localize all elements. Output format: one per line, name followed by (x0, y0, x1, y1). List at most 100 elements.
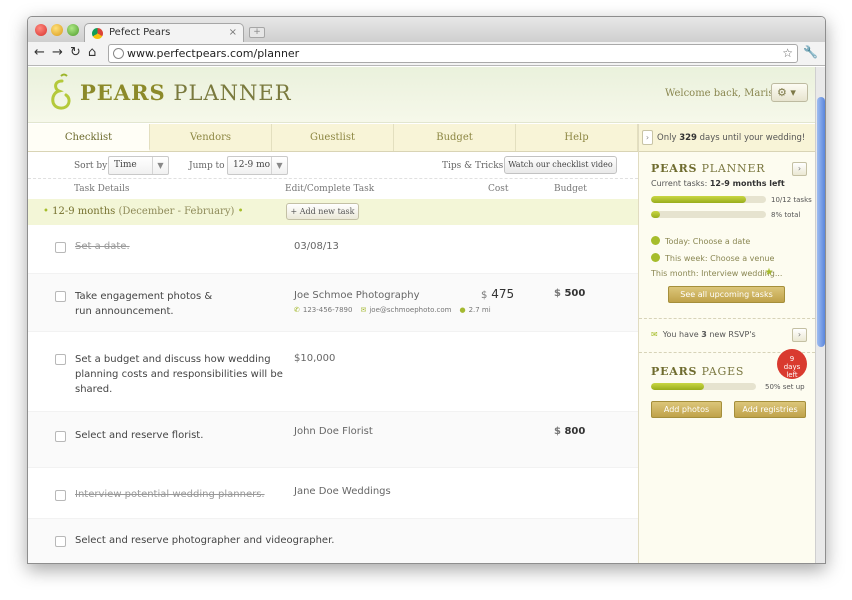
task-vendor[interactable]: Jane Doe Weddings (294, 486, 391, 497)
tab-guestlist[interactable]: Guestlist (272, 124, 394, 151)
task-checkbox[interactable] (55, 242, 66, 253)
sort-select[interactable]: Time ▼ (108, 156, 169, 175)
task-checkbox[interactable] (55, 354, 66, 365)
total-progress-label: 8% total (771, 211, 801, 219)
chevron-down-icon: ▾ (790, 86, 796, 99)
address-bar[interactable]: www.perfectpears.com/planner ☆ (108, 44, 798, 63)
period-label: • 12-9 months (December - February) • (43, 206, 244, 217)
task-detail[interactable]: $10,000 (294, 353, 335, 364)
scrollbar-thumb[interactable] (817, 97, 825, 347)
pages-title: PEARS PAGES (651, 365, 745, 378)
vertical-scrollbar[interactable] (815, 67, 825, 563)
task-name[interactable]: Set a budget and discuss how wedding pla… (75, 352, 285, 397)
home-icon[interactable]: ⌂ (88, 45, 96, 61)
gear-icon: ⚙ (777, 86, 787, 99)
mail-icon: ✉ (360, 306, 367, 314)
tab-close-icon[interactable]: × (229, 24, 237, 42)
add-photos-button[interactable]: Add photos (651, 401, 722, 418)
tab-budget[interactable]: Budget (394, 124, 516, 151)
agenda-week[interactable]: This week: Choose a venue (651, 253, 774, 263)
tab-help[interactable]: Help (516, 124, 638, 151)
task-checkbox[interactable] (55, 536, 66, 547)
agenda-today[interactable]: Today: Choose a date (651, 236, 750, 246)
chevron-right-icon[interactable]: › (642, 130, 653, 145)
back-arrow-icon[interactable]: ← (34, 45, 45, 61)
jump-select[interactable]: 12-9 mo ▼ (227, 156, 288, 175)
minimize-window-button[interactable] (51, 24, 63, 36)
vendor-phone[interactable]: ✆ 123-456-7890 (294, 306, 352, 314)
total-progress-bar (651, 211, 766, 218)
current-tasks: Current tasks: 12-9 months left (651, 179, 785, 188)
clock-icon (651, 236, 660, 245)
vendor-email[interactable]: ✉ joe@schmoephoto.com (360, 306, 451, 314)
add-registries-button[interactable]: Add registries (734, 401, 806, 418)
task-row: Select and reserve photographer and vide… (28, 519, 638, 563)
add-task-button[interactable]: + Add new task (286, 203, 359, 220)
pages-progress-label: 50% set up (765, 383, 805, 391)
zoom-window-button[interactable] (67, 24, 79, 36)
bookmark-star-icon[interactable]: ☆ (782, 45, 793, 62)
sort-value: Time (114, 160, 137, 170)
tab-vendors[interactable]: Vendors (150, 124, 272, 151)
task-detail[interactable]: 03/08/13 (294, 241, 339, 252)
col-edit-task: Edit/Complete Task (285, 184, 375, 194)
vendor-distance: ● 2.7 mi (459, 306, 491, 314)
col-cost: Cost (488, 184, 509, 194)
site-logo[interactable]: PEARS PLANNER (80, 80, 292, 105)
browser-tab[interactable]: Pefect Pears × (84, 23, 244, 43)
tasks-progress-bar (651, 196, 766, 203)
task-checkbox[interactable] (55, 291, 66, 302)
task-checkbox[interactable] (55, 490, 66, 501)
forward-arrow-icon[interactable]: → (52, 45, 63, 61)
watch-video-button[interactable]: Watch our checklist video (504, 156, 617, 174)
task-name[interactable]: Select and reserve photographer and vide… (75, 533, 375, 548)
sidebar: › Only 329 days until your wedding! PEAR… (638, 124, 815, 563)
task-vendor[interactable]: John Doe Florist (294, 426, 373, 437)
tips-link[interactable]: Tips & Tricks (442, 161, 503, 171)
settings-menu-button[interactable]: ⚙ ▾ (771, 83, 808, 102)
rsvp-notice[interactable]: ✉ You have 3 new RSVP's (651, 330, 756, 339)
chrome-favicon-icon (92, 28, 103, 39)
tab-checklist[interactable]: Checklist (28, 124, 150, 151)
close-window-button[interactable] (35, 24, 47, 36)
pear-logo-icon (51, 73, 71, 110)
reload-icon[interactable]: ↻ (70, 45, 81, 61)
tasks-progress-label: 10/12 tasks (771, 196, 812, 204)
checklist-controls: Sort by Time ▼ Jump to 12-9 mo ▼ Tips & … (28, 152, 638, 179)
countdown-bar: › Only 329 days until your wedding! (639, 124, 815, 152)
task-checkbox[interactable] (55, 431, 66, 442)
task-name[interactable]: Select and reserve florist. (75, 428, 285, 443)
rsvp-arrow-button[interactable]: › (792, 328, 807, 342)
task-cost[interactable]: $ 475 (481, 287, 514, 301)
wrench-menu-icon[interactable]: 🔧 (803, 45, 818, 59)
new-tab-button[interactable]: + (249, 27, 265, 38)
wedding-countdown: Only 329 days until your wedding! (657, 133, 806, 143)
task-name[interactable]: Interview potential wedding planners. (75, 487, 305, 502)
rsvp-section: ✉ You have 3 new RSVP's › (639, 319, 815, 353)
planner-arrow-button[interactable]: › (792, 162, 807, 176)
phone-icon: ✆ (294, 306, 300, 314)
see-upcoming-button[interactable]: See all upcoming tasks (668, 286, 785, 303)
task-row: Interview potential wedding planners. Ja… (28, 468, 638, 519)
agenda-month[interactable]: ★ This month: Interview wedding... (651, 267, 782, 279)
browser-window: Pefect Pears × + ← → ↻ ⌂ www.perfectpear… (27, 16, 826, 564)
task-vendor[interactable]: Joe Schmoe Photography (294, 290, 420, 301)
welcome-message: Welcome back, Marissa (665, 88, 785, 99)
col-task-details: Task Details (74, 184, 130, 194)
planner-title: PEARS PLANNER (651, 162, 766, 175)
vendor-contact: ✆ 123-456-7890 ✉ joe@schmoephoto.com ● 2.7 … (294, 306, 491, 314)
task-name[interactable]: Set a date. (75, 239, 285, 254)
task-budget[interactable]: $ 800 (554, 426, 585, 437)
map-pin-icon: ● (459, 306, 466, 314)
column-headers: Task Details Edit/Complete Task Cost Bud… (28, 179, 638, 199)
url-text: www.perfectpears.com/planner (127, 47, 300, 60)
task-name[interactable]: Take engagement photos & run announcemen… (75, 289, 215, 319)
page-viewport: PEARS PLANNER Welcome back, Marissa ⚙ ▾ … (28, 67, 825, 563)
pages-section: PEARS PAGES 9 days left 50% set up Add ph… (639, 349, 815, 453)
star-icon: ★ (764, 267, 774, 278)
tab-title: Pefect Pears (109, 27, 171, 38)
period-header: • 12-9 months (December - February) • + … (28, 199, 638, 225)
checklist-panel: Checklist Vendors Guestlist Budget Help … (28, 124, 638, 563)
task-budget[interactable]: $ 500 (554, 288, 585, 299)
browser-titlebar: Pefect Pears × + (28, 17, 825, 43)
